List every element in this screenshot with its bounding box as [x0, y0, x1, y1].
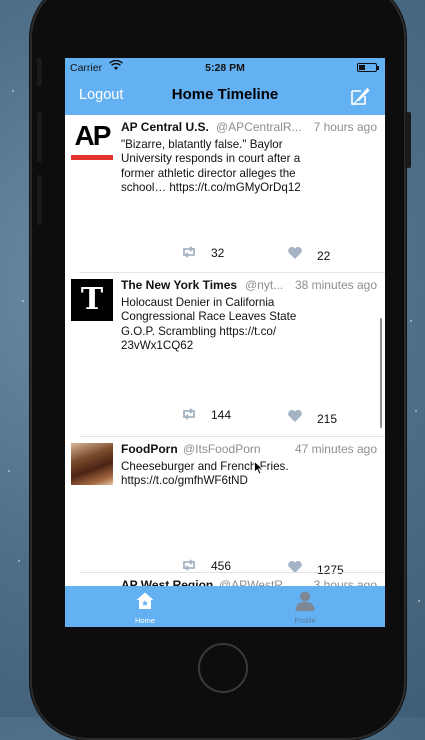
tweet-author-name: FoodPorn	[121, 442, 178, 456]
tweet-timestamp: 38 minutes ago	[294, 278, 377, 292]
heart-icon[interactable]	[287, 409, 305, 423]
home-icon	[135, 591, 155, 616]
tweet-author-handle: @nyt...	[245, 278, 284, 292]
tab-home-label: Home	[134, 616, 155, 625]
ap-logo-avatar[interactable]: AP	[71, 121, 113, 163]
mouse-cursor	[254, 461, 264, 475]
tweet-author-name: AP Central U.S.	[121, 120, 209, 134]
home-hardware-button[interactable]	[198, 643, 248, 693]
retweet-count: 144	[211, 408, 232, 422]
tweet-text: Cheeseburger and French Fries. https://t…	[121, 460, 289, 488]
foodporn-photo-avatar[interactable]	[71, 443, 113, 485]
retweet-count: 456	[211, 559, 232, 573]
tweet-cell[interactable]: FoodPorn @ItsFoodPorn 47 minutes ago Che…	[65, 437, 385, 577]
clock: 5:28 PM	[205, 62, 245, 74]
timeline-feed[interactable]: AP AP Central U.S. @APCentralR... 7 hour…	[65, 115, 385, 586]
like-count: 215	[317, 412, 338, 426]
like-count: 22	[317, 249, 331, 263]
tweet-author-name: The New York Times	[121, 278, 238, 292]
tweet-author-name: AP West Region	[121, 578, 214, 586]
tab-bar: Home Profile	[65, 586, 385, 627]
retweet-icon[interactable]	[180, 558, 198, 572]
tweet-timestamp: 3 hours ago	[313, 578, 377, 586]
app-screen: Carrier 5:28 PM Logout Home Timeline AP …	[65, 58, 385, 627]
tweet-text: "Bizarre, blatantly false." Baylor Unive…	[121, 138, 301, 194]
retweet-icon[interactable]	[180, 407, 198, 421]
retweet-count: 32	[211, 246, 225, 260]
tweet-author-handle: @APCentralR...	[216, 120, 302, 134]
tab-profile[interactable]: Profile	[225, 586, 385, 627]
tweet-cell[interactable]: AP West Region @APWestR... 3 hours ago	[65, 573, 385, 586]
tweet-text: Holocaust Denier in California Congressi…	[121, 296, 297, 352]
tweet-timestamp: 47 minutes ago	[294, 442, 377, 456]
retweet-icon[interactable]	[180, 245, 198, 259]
tab-home[interactable]: Home	[65, 586, 225, 627]
scroll-indicator[interactable]	[379, 318, 382, 428]
status-bar: Carrier 5:28 PM	[65, 58, 385, 78]
compose-icon[interactable]	[349, 85, 371, 107]
tweet-author-handle: @APWestR...	[219, 578, 289, 586]
tweet-cell[interactable]: T The New York Times @nyt... 38 minutes …	[65, 273, 385, 437]
tweet-author-handle: @ItsFoodPorn	[183, 442, 261, 456]
nav-bar: Logout Home Timeline	[65, 78, 385, 115]
battery-icon	[357, 63, 379, 72]
profile-icon	[294, 590, 316, 617]
tweet-cell[interactable]: AP AP Central U.S. @APCentralR... 7 hour…	[65, 115, 385, 273]
page-title: Home Timeline	[171, 86, 279, 103]
heart-icon[interactable]	[287, 246, 305, 260]
nyt-logo-avatar[interactable]: T	[71, 279, 113, 321]
tab-profile-label: Profile	[294, 616, 316, 625]
tweet-timestamp: 7 hours ago	[313, 120, 377, 134]
